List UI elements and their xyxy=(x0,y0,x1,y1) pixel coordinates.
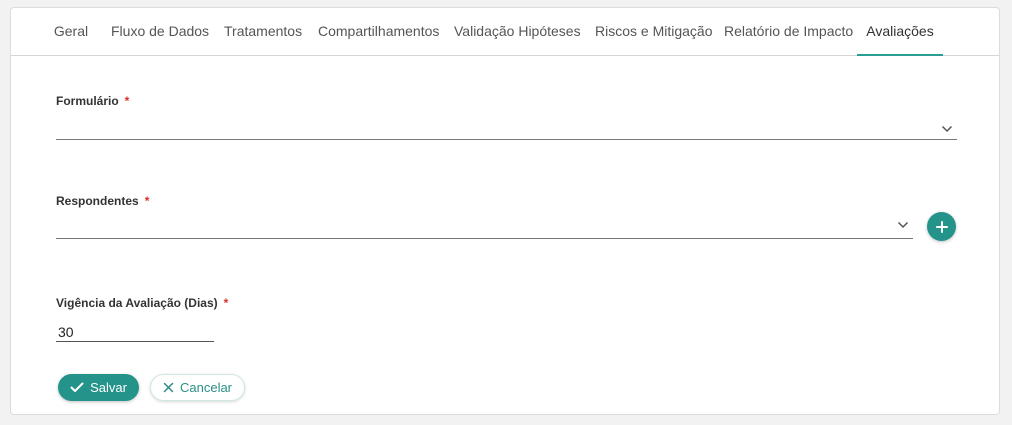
required-mark: * xyxy=(124,94,130,108)
tab-tratamentos[interactable]: Tratamentos xyxy=(224,8,302,55)
formulario-select[interactable] xyxy=(56,113,957,141)
respondentes-label-text: Respondentes xyxy=(56,194,139,208)
tab-bar: Geral Fluxo de Dados Tratamentos Compart… xyxy=(11,8,999,56)
tab-geral[interactable]: Geral xyxy=(49,8,93,55)
cancel-button-label: Cancelar xyxy=(179,380,233,395)
respondentes-underline xyxy=(56,238,913,239)
respondentes-label: Respondentes * xyxy=(56,194,149,208)
tab-relatorio-de-impacto[interactable]: Relatório de Impacto xyxy=(724,8,853,55)
chevron-down-icon[interactable] xyxy=(941,125,953,133)
add-respondent-button[interactable] xyxy=(927,212,956,241)
required-mark: * xyxy=(223,296,229,310)
cancel-button[interactable]: Cancelar xyxy=(150,374,245,401)
tab-riscos-e-mitigacao[interactable]: Riscos e Mitigação xyxy=(595,8,713,55)
close-icon xyxy=(163,382,174,393)
formulario-label-text: Formulário xyxy=(56,94,119,108)
plus-icon xyxy=(935,220,948,233)
formulario-label: Formulário * xyxy=(56,94,129,108)
vigencia-input[interactable] xyxy=(56,322,214,342)
save-button[interactable]: Salvar xyxy=(58,374,139,401)
respondentes-select[interactable] xyxy=(56,212,913,240)
required-mark: * xyxy=(144,194,150,208)
tab-validacao-hipoteses[interactable]: Validação Hipóteses xyxy=(454,8,581,55)
evaluation-card: Geral Fluxo de Dados Tratamentos Compart… xyxy=(10,7,1000,415)
tab-compartilhamentos[interactable]: Compartilhamentos xyxy=(318,8,439,55)
formulario-underline xyxy=(56,139,957,140)
chevron-down-icon[interactable] xyxy=(897,221,909,229)
vigencia-label-text: Vigência da Avaliação (Dias) xyxy=(56,296,218,310)
tab-fluxo-de-dados[interactable]: Fluxo de Dados xyxy=(111,8,209,55)
vigencia-label: Vigência da Avaliação (Dias) * xyxy=(56,296,228,310)
tab-avaliacoes[interactable]: Avaliações xyxy=(857,8,943,56)
check-icon xyxy=(70,382,84,392)
save-button-label: Salvar xyxy=(90,380,127,395)
